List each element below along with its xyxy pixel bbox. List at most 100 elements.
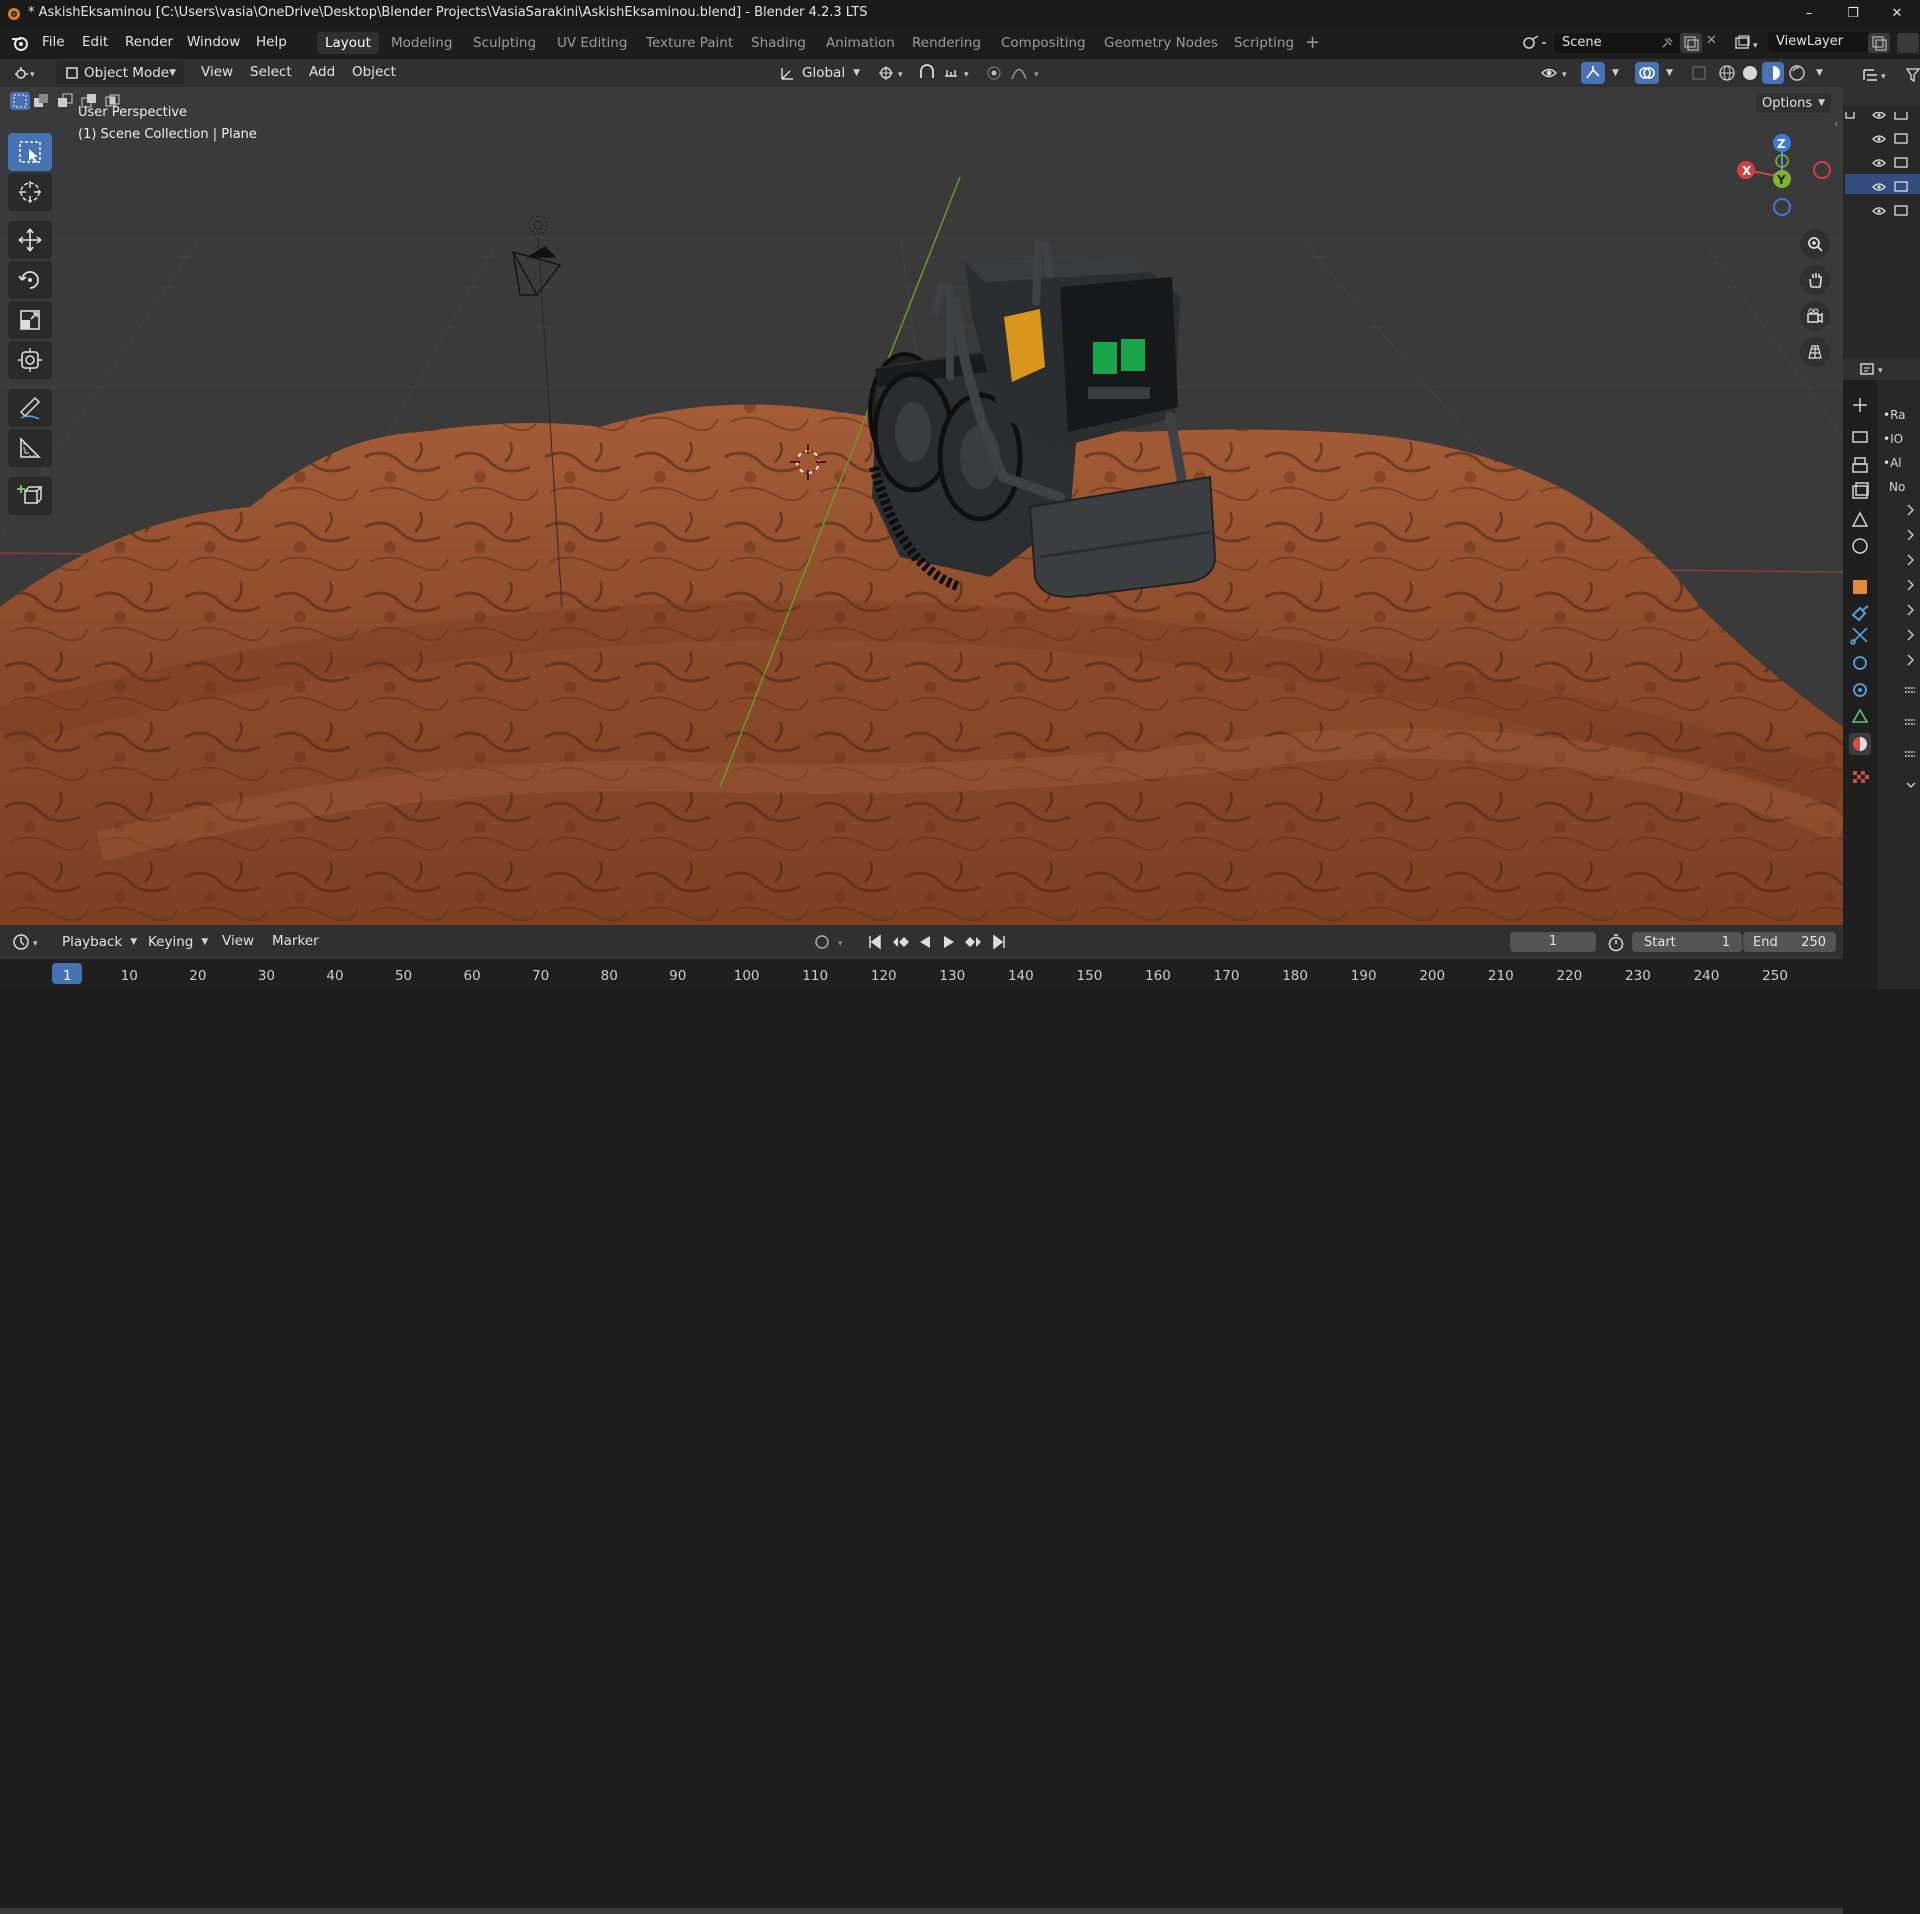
blender-menu-icon[interactable] [11, 35, 29, 51]
viewlayer-extra-button[interactable] [1897, 33, 1919, 53]
maximize-button[interactable]: ❐ [1831, 0, 1875, 27]
falloff-icon[interactable]: ▾ [1010, 64, 1046, 82]
tool-scale[interactable] [8, 301, 52, 339]
keying-menu[interactable]: Keying ▼ [148, 931, 208, 953]
stopwatch-icon[interactable] [1606, 933, 1626, 953]
viewport-menu-select[interactable]: Select [250, 64, 292, 80]
viewport-menu-add[interactable]: Add [309, 64, 335, 80]
tool-transform[interactable] [8, 341, 52, 379]
3d-viewport[interactable]: User Perspective (1) Scene Collection | … [0, 87, 1843, 925]
select-new-button[interactable] [10, 92, 30, 110]
end-frame-field[interactable]: End 250 [1743, 932, 1836, 952]
tab-sculpting[interactable]: Sculpting [465, 32, 544, 54]
menu-edit[interactable]: Edit [82, 34, 108, 50]
tool-tab-icon [1853, 398, 1867, 412]
tool-select-box[interactable] [8, 133, 52, 171]
chevron-down-icon[interactable]: ▼ [1666, 68, 1673, 78]
solid-shading-icon[interactable] [1740, 63, 1760, 83]
tool-move[interactable] [8, 221, 52, 259]
tool-measure[interactable] [8, 429, 52, 467]
menu-file[interactable]: File [42, 34, 65, 50]
viewport-menu-view[interactable]: View [201, 64, 233, 80]
tab-animation[interactable]: Animation [818, 32, 903, 54]
snap-target-icon[interactable]: ▾ [942, 64, 976, 82]
properties-editor-icon[interactable]: ▾ [1859, 361, 1889, 377]
jump-start-icon[interactable] [865, 932, 885, 952]
camera-view-button[interactable] [1800, 301, 1830, 331]
jump-end-icon[interactable] [989, 932, 1009, 952]
outliner-editor-icon[interactable]: ▾ [1861, 66, 1891, 84]
sidebar-toggle-icon[interactable]: ‹ [1834, 117, 1838, 130]
pivot-point-icon[interactable]: ▾ [876, 64, 910, 82]
tab-uv-editing[interactable]: UV Editing [549, 32, 635, 54]
tab-modeling[interactable]: Modeling [383, 32, 460, 54]
properties-tabs[interactable] [1843, 380, 1877, 860]
visibility-toggle-icon[interactable]: ▾ [1540, 64, 1574, 82]
ortho-toggle-button[interactable] [1800, 337, 1830, 367]
tool-add-cube[interactable] [8, 477, 52, 515]
select-extend-icon[interactable] [30, 92, 54, 110]
select-intersect-icon[interactable] [102, 92, 126, 110]
tab-layout[interactable]: Layout [317, 32, 379, 54]
rendered-shading-icon[interactable] [1787, 63, 1807, 83]
overlays-toggle-button[interactable] [1635, 62, 1659, 84]
tab-shading[interactable]: Shading [743, 32, 814, 54]
minimize-button[interactable]: – [1787, 0, 1831, 27]
menu-window[interactable]: Window [187, 34, 240, 50]
tool-annotate[interactable] [8, 389, 52, 427]
material-preview-button[interactable] [1762, 62, 1784, 84]
chevron-down-icon[interactable]: ▼ [1816, 68, 1823, 78]
close-button[interactable]: ✕ [1875, 0, 1919, 27]
viewlayer-icon[interactable]: ▾ [1733, 35, 1763, 51]
timeline-editor-icon[interactable]: ▾ [12, 933, 44, 951]
play-icon[interactable] [939, 932, 959, 952]
tab-texture-paint[interactable]: Texture Paint [638, 32, 741, 54]
camera-object[interactable] [511, 246, 562, 297]
panel-expanders[interactable] [1903, 503, 1920, 793]
select-subtract-icon[interactable] [54, 92, 78, 110]
tab-scripting[interactable]: Scripting [1226, 32, 1302, 54]
tool-cursor[interactable] [8, 173, 52, 211]
chevron-down-icon[interactable]: ▼ [1612, 68, 1619, 78]
gizmo-toggle-button[interactable] [1581, 62, 1605, 84]
menu-help[interactable]: Help [256, 34, 287, 50]
select-invert-icon[interactable] [78, 92, 102, 110]
play-reverse-icon[interactable] [915, 932, 935, 952]
new-viewlayer-button[interactable] [1868, 33, 1890, 53]
robot-model[interactable] [868, 239, 1217, 599]
start-frame-field[interactable]: Start 1 [1632, 932, 1742, 952]
jump-keyframe-forward-icon[interactable] [963, 932, 985, 952]
timeline-scrollbar[interactable] [0, 1908, 1843, 1914]
menu-render[interactable]: Render [125, 34, 173, 50]
wireframe-shading-icon[interactable] [1717, 63, 1737, 83]
navigation-gizmo[interactable]: Z X Y [1732, 127, 1842, 217]
timeline-menu-view[interactable]: View [222, 933, 254, 949]
add-workspace-icon[interactable]: + [1305, 32, 1320, 53]
tab-compositing[interactable]: Compositing [993, 32, 1094, 54]
tool-rotate[interactable] [8, 261, 52, 299]
viewport-scene[interactable] [0, 87, 1843, 925]
proportional-edit-icon[interactable] [983, 64, 1005, 82]
snap-icon[interactable] [917, 64, 937, 82]
timeline-menu-marker[interactable]: Marker [272, 933, 319, 949]
editor-type-selector[interactable]: ▾ [12, 62, 38, 84]
delete-scene-icon[interactable]: ✕ [1706, 33, 1717, 48]
viewlayer-name-field[interactable]: ViewLayer [1768, 32, 1870, 52]
transform-orientation-dropdown[interactable]: Global ▼ [778, 62, 860, 84]
pin-icon[interactable] [1660, 36, 1674, 50]
auto-keying-icon[interactable]: ▾ [812, 933, 852, 951]
options-dropdown[interactable]: Options ▼ [1756, 93, 1832, 113]
current-frame-field[interactable]: 1 [1510, 932, 1596, 952]
object-mode-dropdown[interactable]: Object Mode ▼ [56, 62, 184, 84]
tab-rendering[interactable]: Rendering [904, 32, 989, 54]
new-scene-button[interactable] [1680, 33, 1702, 53]
filter-icon[interactable] [1905, 66, 1920, 84]
viewport-menu-object[interactable]: Object [352, 64, 396, 80]
tab-geometry-nodes[interactable]: Geometry Nodes [1096, 32, 1226, 54]
jump-keyframe-back-icon[interactable] [889, 932, 911, 952]
playback-menu[interactable]: Playback ▼ [62, 931, 137, 953]
pan-button[interactable] [1800, 265, 1830, 295]
xray-icon[interactable] [1690, 64, 1710, 82]
zoom-button[interactable] [1800, 229, 1830, 259]
outliner-rows[interactable] [1845, 112, 1920, 232]
